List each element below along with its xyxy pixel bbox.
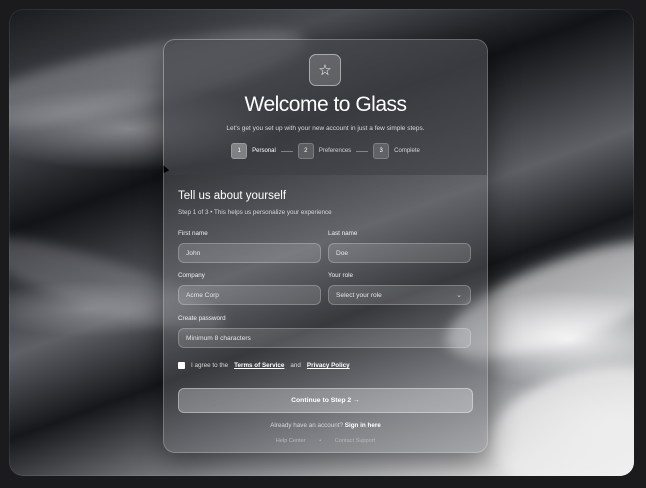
step-personal[interactable]: 1 Personal	[231, 143, 276, 159]
step-number: 2	[297, 143, 314, 159]
step-label: Personal	[252, 148, 276, 154]
role-select-value: Select your role	[336, 291, 382, 299]
step-label: Preferences	[318, 148, 352, 154]
step-preferences[interactable]: 2 Preferences	[297, 143, 352, 159]
continue-button[interactable]: Continue to Step 2 →	[178, 388, 473, 413]
terms-of-service-link[interactable]: Terms of Service	[234, 362, 284, 369]
background-wave	[480, 350, 634, 476]
stepper: 1 Personal 2 Preferences 3 Complete	[164, 143, 487, 159]
password-label: Create password	[178, 315, 226, 322]
first-name-input[interactable]: John	[178, 243, 321, 263]
form-subtitle: Step 1 of 3 • This helps us personalize …	[178, 209, 332, 216]
star-icon: ☆	[309, 54, 341, 86]
footer-links: Help Center • Contact Support	[164, 438, 487, 444]
form-title: Tell us about yourself	[178, 190, 287, 202]
step-number: 1	[231, 143, 248, 159]
terms-agreement: I agree to the Terms of Service and Priv…	[178, 362, 350, 369]
help-center-link[interactable]: Help Center	[276, 438, 306, 444]
terms-and: and	[290, 362, 301, 369]
step-number: 3	[373, 143, 390, 159]
footer-separator: •	[319, 438, 322, 444]
signup-card: ☆ Welcome to Glass Let's get you set up …	[163, 39, 488, 453]
role-select[interactable]: Select your role ⌄	[328, 285, 471, 305]
step-connector	[280, 150, 293, 152]
page-title: Welcome to Glass	[244, 93, 408, 116]
first-name-label: First name	[178, 230, 208, 237]
terms-prefix: I agree to the	[191, 362, 229, 369]
app-window: ☆ Welcome to Glass Let's get you set up …	[9, 9, 634, 476]
role-label: Your role	[328, 272, 353, 279]
last-name-label: Last name	[328, 230, 358, 237]
terms-checkbox[interactable]	[178, 362, 185, 369]
company-input[interactable]: Acme Corp	[178, 285, 321, 305]
company-label: Company	[178, 272, 205, 279]
chevron-down-icon: ⌄	[456, 292, 462, 299]
step-complete[interactable]: 3 Complete	[373, 143, 420, 159]
privacy-policy-link[interactable]: Privacy Policy	[307, 362, 350, 369]
step-connector	[356, 150, 369, 152]
signin-prompt: Already have an account? Sign in here	[164, 422, 487, 429]
contact-support-link[interactable]: Contact Support	[335, 438, 375, 444]
signin-link[interactable]: Sign in here	[345, 422, 381, 429]
page-subtitle: Let's get you set up with your new accou…	[226, 125, 425, 132]
signin-prefix: Already have an account?	[270, 422, 344, 429]
step-label: Complete	[394, 148, 420, 154]
last-name-input[interactable]: Doe	[328, 243, 471, 263]
password-input[interactable]: Minimum 8 characters	[178, 328, 471, 348]
